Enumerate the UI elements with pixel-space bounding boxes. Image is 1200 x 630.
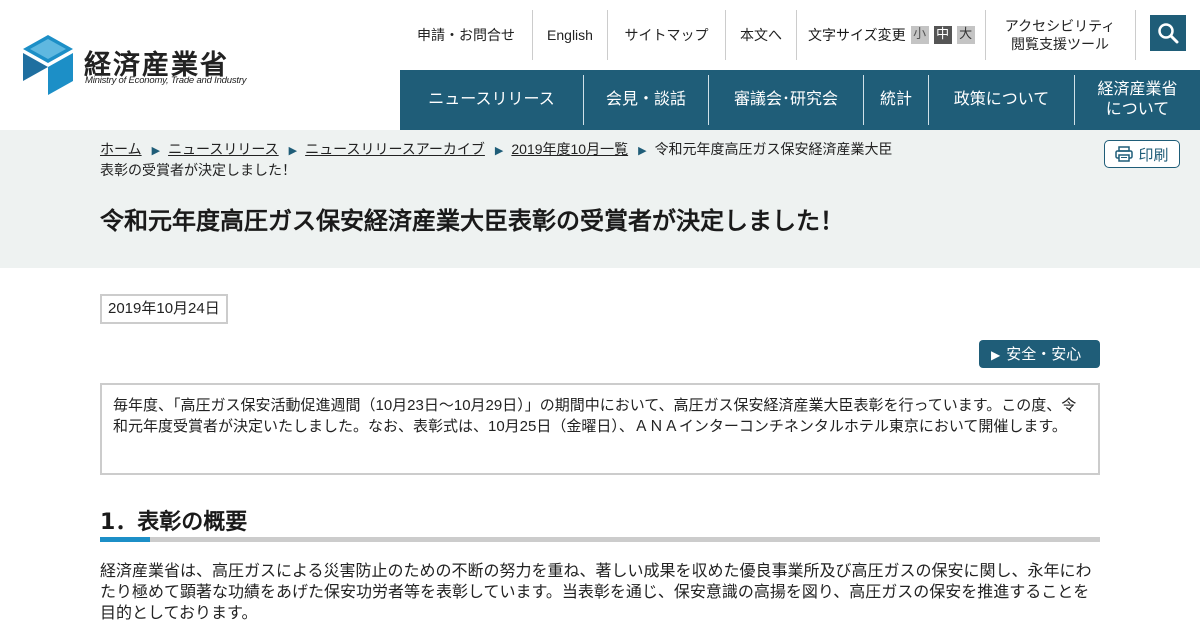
breadcrumb-arrow-icon: ▶ — [638, 145, 647, 157]
gnav-policy[interactable]: 政策について — [929, 70, 1074, 130]
gnav-press-conference[interactable]: 会見・談話 — [584, 70, 708, 130]
gnav-about-meti[interactable]: 経済産業省 について — [1075, 70, 1200, 130]
font-size-medium-button[interactable]: 中 — [933, 26, 952, 44]
meti-logo[interactable]: 経済産業省 Ministry of Economy, Trade and Ind… — [20, 33, 260, 97]
breadcrumb-home[interactable]: ホーム — [100, 141, 142, 157]
search-button[interactable] — [1150, 15, 1186, 51]
english-link[interactable]: English — [533, 10, 607, 60]
divider — [1135, 10, 1136, 60]
breadcrumb-month-list[interactable]: 2019年度10月一覧 — [511, 141, 628, 157]
breadcrumb: ホーム ▶ ニュースリリース ▶ ニュースリリースアーカイブ ▶ 2019年度10月一覧 ▶ 令… — [100, 140, 900, 180]
publish-date: 2019年10月24日 — [100, 294, 228, 324]
breadcrumb-arrow-icon: ▶ — [151, 145, 161, 157]
tag-arrow-icon: ▶ — [991, 348, 1001, 362]
gnav-councils[interactable]: 審議会･研究会 — [709, 70, 863, 130]
category-tag-label: 安全・安心 — [1006, 345, 1082, 363]
category-tag[interactable]: ▶ 安全・安心 — [979, 340, 1100, 368]
lead-box: 毎年度、「高圧ガス保安活動促進週間（10月23日～10月29日）」の期間中におい… — [100, 383, 1100, 475]
skip-to-content-link[interactable]: 本文へ — [726, 10, 796, 60]
global-nav: ニュースリリース 会見・談話 審議会･研究会 統計 政策について 経済産業省 に… — [400, 70, 1200, 130]
breadcrumb-archive[interactable]: ニュースリリースアーカイブ — [305, 141, 485, 157]
section-body: 経済産業省は、高圧ガスによる災害防止のための不断の努力を重ね、著しい成果を収めた… — [100, 563, 1092, 622]
utility-nav: 申請・お問合せ English サイトマップ 本文へ 文字サイズ変更 小 中 大… — [400, 10, 1200, 60]
accessibility-label-1: アクセシビリティ — [1004, 18, 1116, 34]
font-size-large-button[interactable]: 大 — [956, 26, 975, 44]
printer-icon — [1115, 146, 1134, 162]
font-size-small-button[interactable]: 小 — [910, 26, 929, 44]
heading-underline-accent — [100, 537, 150, 542]
section-heading: 1．表彰の概要 — [100, 510, 248, 535]
site-header: 経済産業省 Ministry of Economy, Trade and Ind… — [0, 0, 1200, 130]
divider — [796, 10, 797, 60]
print-button[interactable]: 印刷 — [1104, 140, 1180, 168]
accessibility-label-2: 閲覧支援ツール — [1011, 36, 1109, 52]
breadcrumb-news-release[interactable]: ニュースリリース — [168, 141, 279, 157]
accessibility-tool-link[interactable]: アクセシビリティ 閲覧支援ツール — [986, 10, 1134, 60]
site-name-en: Ministry of Economy, Trade and Industry — [85, 75, 247, 86]
font-size-control: 文字サイズ変更 小 中 大 — [808, 10, 975, 60]
print-label: 印刷 — [1138, 145, 1169, 164]
contact-link[interactable]: 申請・お問合せ — [400, 10, 532, 60]
breadcrumb-arrow-icon: ▶ — [288, 145, 298, 157]
font-size-label: 文字サイズ変更 — [808, 28, 906, 44]
gnav-statistics[interactable]: 統計 — [864, 70, 928, 130]
breadcrumb-arrow-icon: ▶ — [494, 145, 504, 157]
heading-underline — [100, 537, 1100, 542]
page-title: 令和元年度高圧ガス保安経済産業大臣表彰の受賞者が決定しました！ — [100, 207, 844, 235]
search-icon — [1158, 23, 1179, 44]
meti-logo-mark-icon — [23, 35, 73, 95]
sitemap-link[interactable]: サイトマップ — [608, 10, 725, 60]
gnav-news-release[interactable]: ニュースリリース — [400, 70, 583, 130]
